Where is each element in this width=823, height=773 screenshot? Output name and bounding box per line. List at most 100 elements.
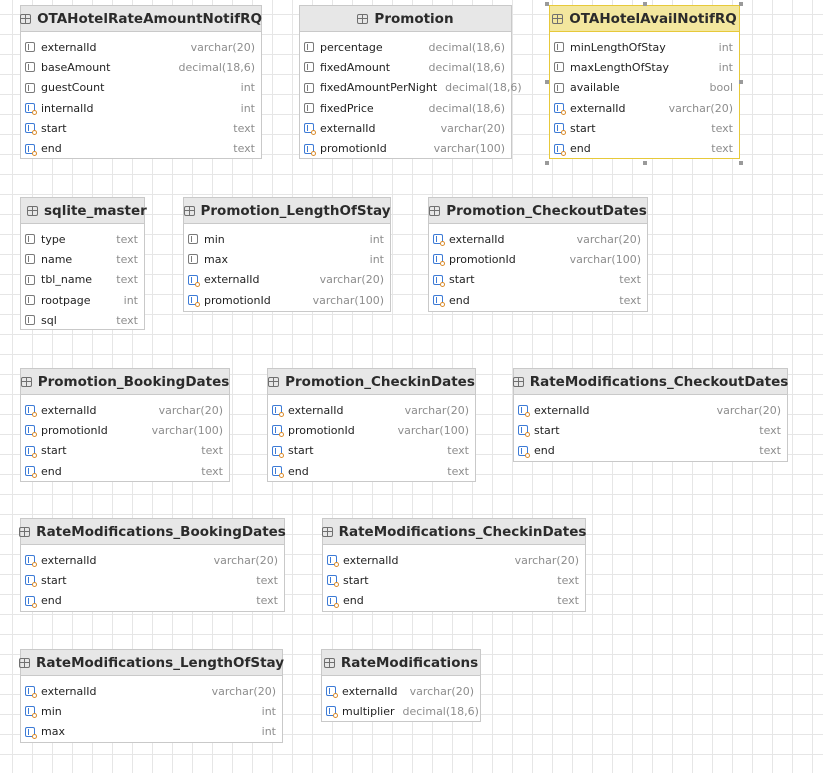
column-row[interactable]: max int <box>21 722 282 742</box>
table-card[interactable]: RateModifications externalId varchar(20) m… <box>321 649 481 722</box>
table-header[interactable]: RateModifications_CheckoutDates <box>512 369 788 395</box>
column-row[interactable]: guestCount int <box>21 78 261 98</box>
table-header[interactable]: sqlite_master <box>21 198 147 224</box>
column-row[interactable]: start text <box>21 570 284 590</box>
column-row[interactable]: end text <box>323 591 585 611</box>
table-card[interactable]: RateModifications_CheckinDates externalI… <box>321 518 586 612</box>
resize-handle[interactable] <box>643 161 647 165</box>
table-card[interactable]: RateModifications_CheckoutDates external… <box>512 368 788 462</box>
column-row[interactable]: externalId varchar(20) <box>323 550 585 570</box>
column-row[interactable]: start text <box>429 270 647 290</box>
resize-handle[interactable] <box>545 80 549 84</box>
column-row[interactable]: externalId varchar(20) <box>21 681 282 701</box>
column-row[interactable]: externalId varchar(20) <box>21 550 284 570</box>
column-row[interactable]: externalId varchar(20) <box>184 270 390 290</box>
table-card-selected[interactable]: OTAHotelAvailNotifRQ minLengthOfStay int m… <box>549 5 740 159</box>
table-header[interactable]: Promotion_BookingDates <box>20 369 229 395</box>
column-row[interactable]: minLengthOfStay int <box>550 37 739 57</box>
column-row[interactable]: externalId varchar(20) <box>322 681 480 701</box>
column-row[interactable]: fixedAmount decimal(18,6) <box>300 57 511 77</box>
table-header[interactable]: RateModifications_CheckinDates <box>321 519 586 545</box>
column-row[interactable]: externalId varchar(20) <box>514 400 787 420</box>
table-card[interactable]: Promotion_CheckoutDates externalId varcha… <box>428 197 648 312</box>
table-name: Promotion_LengthOfStay <box>200 202 391 219</box>
resize-handle[interactable] <box>643 2 647 6</box>
table-header[interactable]: Promotion <box>300 6 511 32</box>
column-row[interactable]: end text <box>429 290 647 310</box>
column-name: percentage <box>320 40 383 54</box>
column-row[interactable]: start text <box>21 441 229 461</box>
table-card[interactable]: RateModifications_BookingDates externalI… <box>19 518 286 612</box>
column-row[interactable]: min int <box>184 229 390 249</box>
resize-handle[interactable] <box>545 161 549 165</box>
table-card[interactable]: Promotion percentage decimal(18,6) fixedAm… <box>299 5 522 159</box>
column-row[interactable]: start text <box>21 118 261 138</box>
column-row[interactable]: promotionId varchar(100) <box>21 420 229 440</box>
resize-handle[interactable] <box>739 80 743 84</box>
table-header[interactable]: Promotion_CheckinDates <box>268 369 475 395</box>
column-row[interactable]: externalId varchar(20) <box>268 400 475 420</box>
column-row[interactable]: externalId varchar(20) <box>550 98 739 118</box>
column-type: bool <box>709 81 734 95</box>
column-row[interactable]: start text <box>550 118 739 138</box>
column-row[interactable]: maxLengthOfStay int <box>550 57 739 77</box>
table-header[interactable]: RateModifications_LengthOfStay <box>18 650 284 676</box>
table-header[interactable]: RateModifications_BookingDates <box>19 519 286 545</box>
column-name: fixedPrice <box>320 101 374 115</box>
indexed-column-icon <box>433 234 445 247</box>
column-row[interactable]: end text <box>21 591 284 611</box>
column-row[interactable]: max int <box>184 249 390 269</box>
column-row[interactable]: fixedPrice decimal(18,6) <box>300 98 511 118</box>
table-card[interactable]: OTAHotelRateAmountNotifRQ externalId varc… <box>20 5 262 159</box>
column-row[interactable]: promotionId varchar(100) <box>300 138 511 158</box>
column-icon <box>554 62 564 73</box>
column-icon-wrap <box>25 405 41 418</box>
column-row[interactable]: end text <box>21 461 229 481</box>
column-row[interactable]: multiplier decimal(18,6) <box>322 701 480 721</box>
table-icon <box>357 13 369 24</box>
column-name: name <box>41 252 73 266</box>
column-row[interactable]: start text <box>323 570 585 590</box>
column-icon-wrap <box>433 274 449 287</box>
table-card[interactable]: RateModifications_LengthOfStay externalI… <box>18 649 284 743</box>
column-row[interactable]: promotionId varchar(100) <box>184 290 390 310</box>
table-card[interactable]: Promotion_CheckinDates externalId varchar… <box>267 368 476 482</box>
column-row[interactable]: end text <box>21 138 261 158</box>
table-header[interactable]: OTAHotelRateAmountNotifRQ <box>20 6 262 32</box>
table-header[interactable]: OTAHotelAvailNotifRQ <box>550 6 739 32</box>
column-row[interactable]: end text <box>268 461 475 481</box>
column-row[interactable]: baseAmount decimal(18,6) <box>21 57 261 77</box>
table-card[interactable]: Promotion_BookingDates externalId varchar… <box>20 368 230 482</box>
column-row[interactable]: tbl_name text <box>21 270 144 290</box>
table-header[interactable]: Promotion_CheckoutDates <box>429 198 647 224</box>
column-row[interactable]: type text <box>21 229 144 249</box>
column-row[interactable]: sql text <box>21 310 144 330</box>
column-type: int <box>718 40 733 54</box>
column-row[interactable]: start text <box>514 420 787 440</box>
column-row[interactable]: end text <box>550 138 739 158</box>
resize-handle[interactable] <box>739 2 743 6</box>
resize-handle[interactable] <box>739 161 743 165</box>
column-row[interactable]: promotionId varchar(100) <box>429 249 647 269</box>
column-row[interactable]: end text <box>514 441 787 461</box>
column-row[interactable]: externalId varchar(20) <box>21 400 229 420</box>
column-row[interactable]: internalId int <box>21 98 261 118</box>
table-card[interactable]: sqlite_master type text name text tbl_name te… <box>20 197 147 330</box>
diagram-canvas[interactable]: { "tables": [ {"name":"OTAHotelRateAmoun… <box>0 0 823 773</box>
column-row[interactable]: available bool <box>550 78 739 98</box>
table-card[interactable]: Promotion_LengthOfStay min int max int exter… <box>183 197 391 312</box>
column-row[interactable]: rootpage int <box>21 290 144 310</box>
column-row[interactable]: start text <box>268 441 475 461</box>
column-row[interactable]: fixedAmountPerNight decimal(18,6) <box>300 78 522 98</box>
table-header[interactable]: Promotion_LengthOfStay <box>183 198 391 224</box>
column-row[interactable]: promotionId varchar(100) <box>268 420 475 440</box>
column-row[interactable]: percentage decimal(18,6) <box>300 37 511 57</box>
resize-handle[interactable] <box>545 2 549 6</box>
column-icon-wrap <box>25 726 41 739</box>
column-row[interactable]: externalId varchar(20) <box>429 229 647 249</box>
column-row[interactable]: externalId varchar(20) <box>21 37 261 57</box>
column-row[interactable]: name text <box>21 249 144 269</box>
table-header[interactable]: RateModifications <box>322 650 480 676</box>
column-row[interactable]: externalId varchar(20) <box>300 118 511 138</box>
column-row[interactable]: min int <box>21 701 282 721</box>
